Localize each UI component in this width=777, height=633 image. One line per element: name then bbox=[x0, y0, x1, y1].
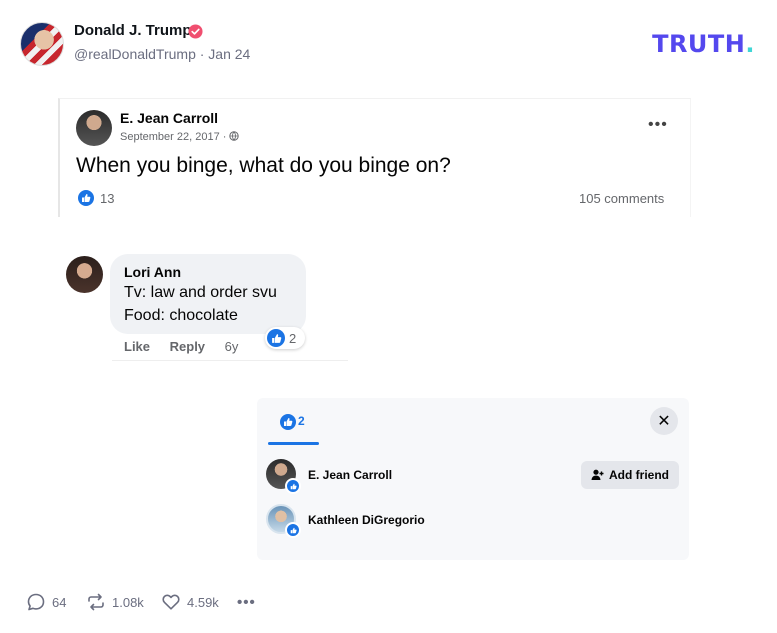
like-reaction-icon bbox=[285, 478, 301, 494]
heart-icon bbox=[162, 594, 180, 610]
fb-author-avatar bbox=[76, 110, 112, 146]
fb-author-name: E. Jean Carroll bbox=[120, 110, 219, 126]
reply-count: 64 bbox=[52, 594, 67, 610]
close-icon: ✕ bbox=[650, 407, 678, 435]
comment-icon bbox=[27, 593, 45, 611]
add-person-icon bbox=[591, 469, 604, 480]
globe-icon bbox=[229, 131, 240, 141]
comment-actions: Like Reply 6y bbox=[124, 339, 254, 354]
truth-logo[interactable]: TRUTH. bbox=[652, 30, 755, 58]
like-reaction-icon bbox=[78, 190, 94, 206]
reactions-tab-count: 2 bbox=[298, 414, 305, 428]
brand-text: TRUTH bbox=[652, 30, 746, 58]
more-options-button[interactable]: ••• bbox=[237, 594, 256, 611]
fb-post-date: September 22, 2017 · bbox=[120, 131, 240, 143]
reactor-name: E. Jean Carroll bbox=[308, 468, 393, 482]
like-reaction-icon bbox=[267, 329, 285, 347]
retruth-count: 1.08k bbox=[112, 594, 144, 610]
like-button[interactable]: 4.59k bbox=[161, 592, 219, 612]
comment-text-line1: Tv: law and order svu bbox=[124, 284, 277, 301]
add-friend-button: Add friend bbox=[581, 461, 679, 489]
comment-like-link: Like bbox=[124, 339, 151, 354]
commenter-avatar bbox=[66, 256, 103, 293]
divider bbox=[112, 360, 348, 361]
active-tab-indicator bbox=[268, 442, 319, 445]
commenter-name: Lori Ann bbox=[124, 264, 182, 280]
like-reaction-icon bbox=[280, 414, 296, 430]
comment-age: 6y bbox=[224, 339, 239, 354]
more-options-icon: ••• bbox=[648, 116, 668, 133]
like-reaction-icon bbox=[285, 522, 301, 538]
fb-comment-count: 105 comments bbox=[579, 191, 665, 206]
fb-date-text: September 22, 2017 · bbox=[120, 131, 230, 143]
author-name[interactable]: Donald J. Trump bbox=[74, 22, 192, 39]
comment-reaction-count: 2 bbox=[289, 330, 297, 346]
retruth-button[interactable]: 1.08k bbox=[86, 592, 144, 612]
verified-badge-icon bbox=[188, 24, 203, 39]
comment-text-line2: Food: chocolate bbox=[124, 307, 238, 324]
like-count: 4.59k bbox=[187, 594, 219, 610]
reply-button[interactable]: 64 bbox=[26, 592, 66, 612]
brand-dot: . bbox=[745, 30, 755, 58]
comment-reaction-pill: 2 bbox=[265, 327, 305, 349]
fb-post-text: When you binge, what do you binge on? bbox=[76, 154, 451, 177]
retruth-icon bbox=[88, 593, 104, 611]
comment-reply-link: Reply bbox=[169, 339, 206, 354]
author-avatar[interactable] bbox=[20, 22, 64, 66]
add-friend-label: Add friend bbox=[609, 468, 669, 482]
reactor-name: Kathleen DiGregorio bbox=[308, 513, 425, 527]
author-handle-date[interactable]: @realDonaldTrump · Jan 24 bbox=[74, 46, 250, 62]
fb-like-count: 13 bbox=[100, 191, 115, 206]
